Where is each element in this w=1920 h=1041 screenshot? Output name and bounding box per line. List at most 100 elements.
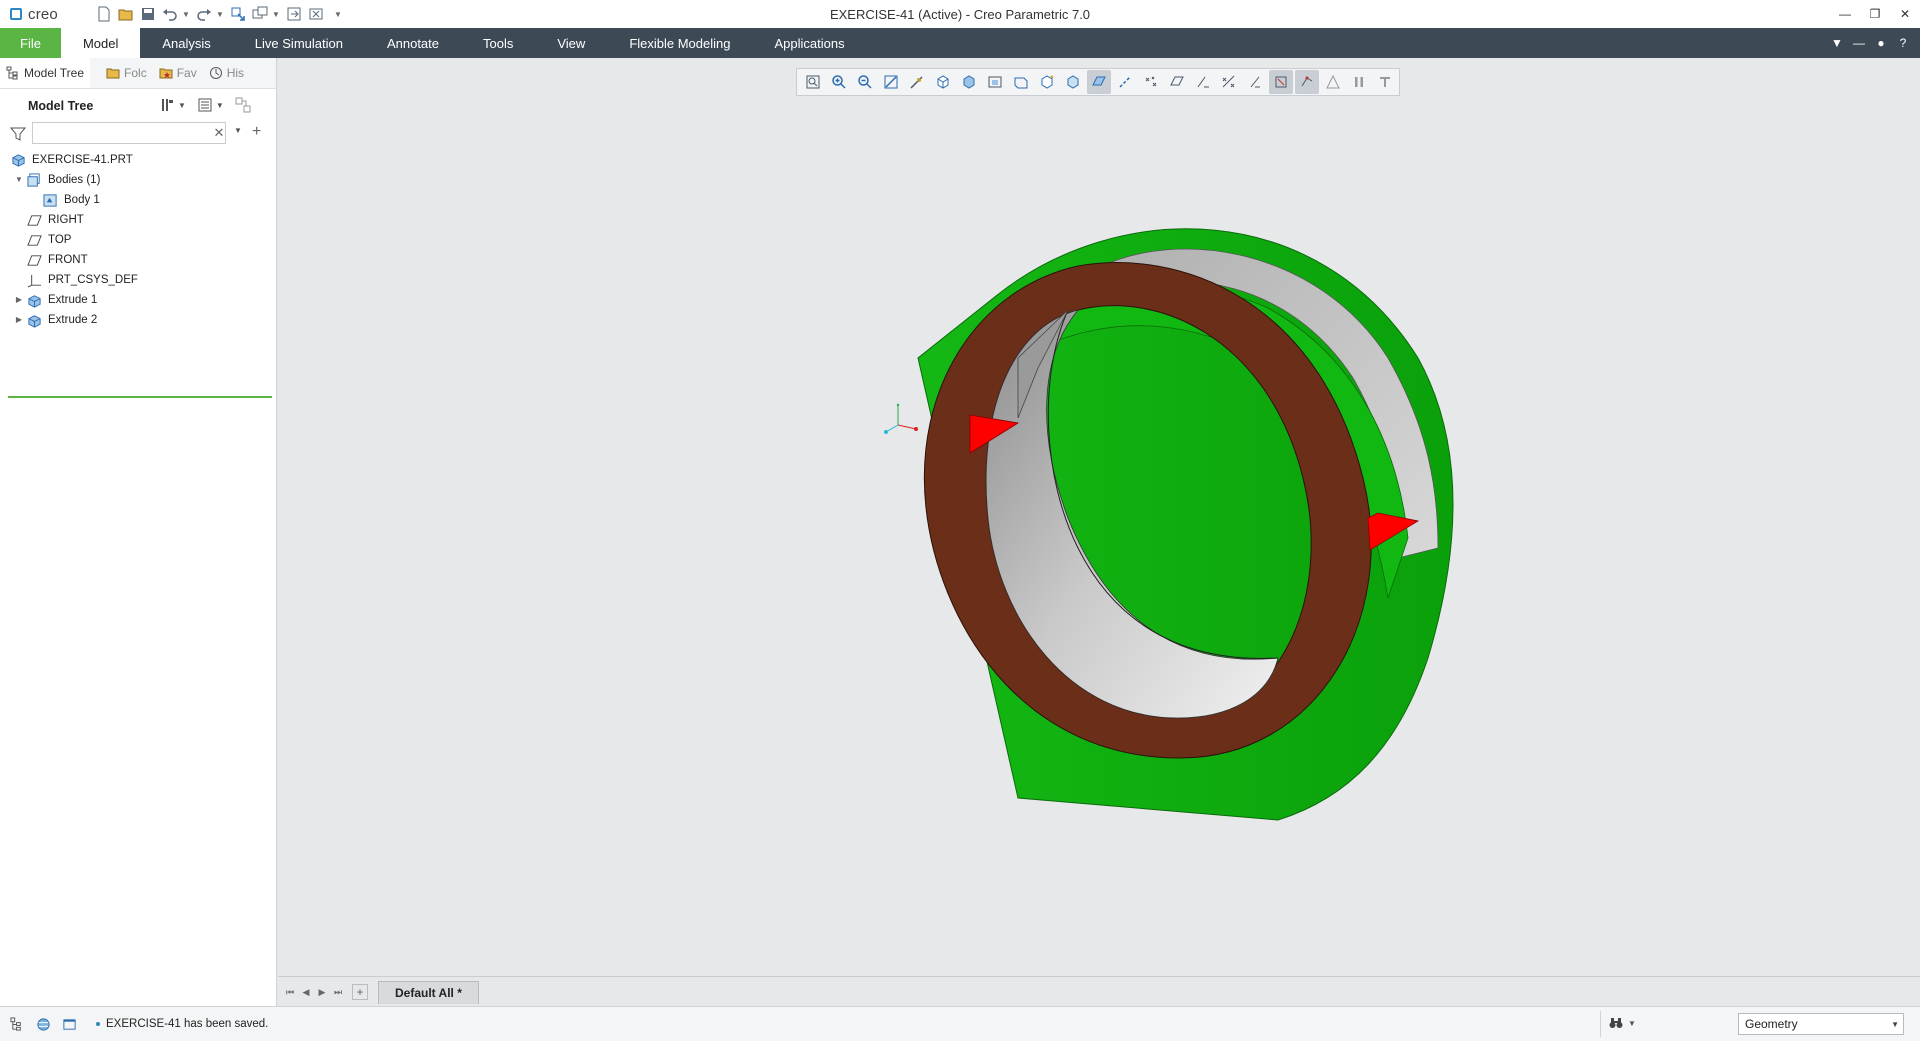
- tab-file[interactable]: File: [0, 28, 61, 58]
- save-icon[interactable]: [138, 4, 158, 24]
- search-clear-icon[interactable]: ✕: [212, 125, 226, 141]
- status-divider: [1600, 1011, 1601, 1037]
- tab-model-tree[interactable]: Model Tree: [0, 58, 91, 88]
- expand-icon[interactable]: ▶: [14, 315, 24, 325]
- tree-item[interactable]: PRT_CSYS_DEF: [0, 270, 276, 290]
- tab-view[interactable]: View: [535, 28, 607, 58]
- tab-annotate[interactable]: Annotate: [365, 28, 461, 58]
- tree-settings-dropdown-icon[interactable]: ▼: [178, 101, 186, 110]
- model-tree-title: Model Tree: [28, 99, 94, 113]
- full-screen-icon[interactable]: [60, 1015, 78, 1033]
- tree-search-row: ✕ ▼ +: [0, 122, 276, 146]
- tree-item[interactable]: Body 1: [0, 190, 276, 210]
- tree-search-input[interactable]: [32, 122, 226, 144]
- tab-default-all[interactable]: Default All *: [378, 981, 479, 1004]
- find-dropdown-icon[interactable]: ▼: [1628, 1019, 1636, 1028]
- user-icon[interactable]: ●: [1870, 32, 1892, 54]
- tab-favorites[interactable]: Fav: [153, 58, 203, 88]
- status-icons: [8, 1015, 86, 1033]
- tab-favorites-label: Fav: [176, 66, 197, 80]
- quick-access-toolbar: ▼ ▼ ▼ ▼: [94, 4, 346, 24]
- tree-columns-icon[interactable]: [196, 96, 214, 114]
- tab-tools[interactable]: Tools: [461, 28, 535, 58]
- datum-plane-icon: [26, 232, 42, 248]
- find-tool[interactable]: ▼: [1608, 1015, 1636, 1031]
- help-icon[interactable]: ?: [1892, 32, 1914, 54]
- tree-item[interactable]: TOP: [0, 230, 276, 250]
- collapse-icon[interactable]: ▼: [14, 175, 24, 185]
- tab-model-tree-label: Model Tree: [24, 66, 85, 80]
- model-tree: EXERCISE-41.PRT ▼ Bodies (1) Body 1 RIGHT TOP…: [0, 150, 276, 330]
- first-tab-icon[interactable]: ⏮: [282, 984, 298, 1000]
- tree-item-label: Extrude 1: [48, 294, 98, 306]
- last-tab-icon[interactable]: ⏭: [330, 984, 346, 1000]
- filter-icon[interactable]: [10, 126, 26, 142]
- navigator-panel: Model Tree Folc Fav His Model Tree ▼ ▼ ✕…: [0, 58, 277, 1008]
- tree-settings-icon[interactable]: [158, 96, 176, 114]
- navigator-tabs: Model Tree Folc Fav His: [0, 58, 276, 89]
- tree-item-label: Bodies (1): [48, 174, 101, 186]
- open-folder-icon[interactable]: [116, 4, 136, 24]
- tree-item-label: PRT_CSYS_DEF: [48, 274, 138, 286]
- tree-filter-display-icon[interactable]: [234, 96, 252, 114]
- browser-icon[interactable]: [34, 1015, 52, 1033]
- title-bar: creo ▼ ▼ ▼ ▼ EXERCISE-41 (Active) - Creo…: [0, 0, 1920, 29]
- creo-cube-icon: [10, 8, 22, 20]
- tree-item[interactable]: RIGHT: [0, 210, 276, 230]
- ribbon-collapse-icon[interactable]: ▼: [1826, 32, 1848, 54]
- windows-icon[interactable]: [250, 4, 270, 24]
- datum-plane-icon: [26, 252, 42, 268]
- bodies-icon: [26, 172, 42, 188]
- search-dropdown-icon[interactable]: ▼: [234, 126, 242, 135]
- tree-item[interactable]: ▼ Bodies (1): [0, 170, 276, 190]
- binoculars-icon[interactable]: [1608, 1015, 1624, 1031]
- restore-icon[interactable]: ❐: [1860, 0, 1890, 28]
- extrude-icon: [26, 312, 42, 328]
- ribbon-minimize-icon[interactable]: —: [1848, 32, 1870, 54]
- tab-live-simulation[interactable]: Live Simulation: [233, 28, 365, 58]
- tab-history[interactable]: His: [203, 58, 250, 88]
- add-tab-icon[interactable]: +: [352, 984, 368, 1000]
- tab-applications[interactable]: Applications: [752, 28, 866, 58]
- tab-folder-browser[interactable]: Folc: [100, 58, 153, 88]
- tree-item[interactable]: FRONT: [0, 250, 276, 270]
- next-tab-icon[interactable]: ▶: [314, 984, 330, 1000]
- tree-columns-dropdown-icon[interactable]: ▼: [216, 101, 224, 110]
- tab-analysis[interactable]: Analysis: [140, 28, 232, 58]
- part-icon: [10, 152, 26, 168]
- redo-icon[interactable]: [194, 4, 214, 24]
- regenerate-icon[interactable]: [228, 4, 248, 24]
- redo-dropdown-icon[interactable]: ▼: [216, 10, 224, 19]
- status-bar: EXERCISE-41 has been saved. ▼ Geometry ▼: [0, 1006, 1920, 1041]
- favorites-icon: [159, 66, 173, 80]
- tree-item[interactable]: ▶ Extrude 2: [0, 310, 276, 330]
- brand-name: creo: [28, 5, 58, 23]
- customize-qat-icon[interactable]: ▼: [334, 10, 342, 19]
- model-3d-view[interactable]: [278, 58, 1920, 976]
- prev-tab-icon[interactable]: ◀: [298, 984, 314, 1000]
- new-file-icon[interactable]: [94, 4, 114, 24]
- undo-icon[interactable]: [160, 4, 180, 24]
- creo-logo[interactable]: creo: [10, 5, 58, 23]
- tab-folder-browser-label: Folc: [124, 66, 147, 80]
- close-window-icon[interactable]: [306, 4, 326, 24]
- expand-icon[interactable]: ▶: [14, 295, 24, 305]
- switch-windows-icon[interactable]: [284, 4, 304, 24]
- datum-plane-icon: [26, 212, 42, 228]
- show-navigator-icon[interactable]: [8, 1015, 26, 1033]
- graphics-area[interactable]: [278, 58, 1920, 976]
- minimize-icon[interactable]: —: [1830, 0, 1860, 28]
- tab-model[interactable]: Model: [60, 28, 141, 58]
- tab-flexible-modeling[interactable]: Flexible Modeling: [607, 28, 752, 58]
- add-filter-icon[interactable]: +: [252, 123, 261, 141]
- tree-item-label: RIGHT: [48, 214, 84, 226]
- tree-item[interactable]: ▶ Extrude 1: [0, 290, 276, 310]
- message-bullet-icon: [96, 1022, 100, 1026]
- tree-item[interactable]: EXERCISE-41.PRT: [0, 150, 276, 170]
- close-icon[interactable]: ✕: [1890, 0, 1920, 28]
- undo-dropdown-icon[interactable]: ▼: [182, 10, 190, 19]
- status-message: EXERCISE-41 has been saved.: [106, 1018, 269, 1030]
- selection-filter-select[interactable]: Geometry ▼: [1738, 1013, 1904, 1035]
- windows-dropdown-icon[interactable]: ▼: [272, 10, 280, 19]
- tree-insert-indicator[interactable]: [8, 396, 272, 398]
